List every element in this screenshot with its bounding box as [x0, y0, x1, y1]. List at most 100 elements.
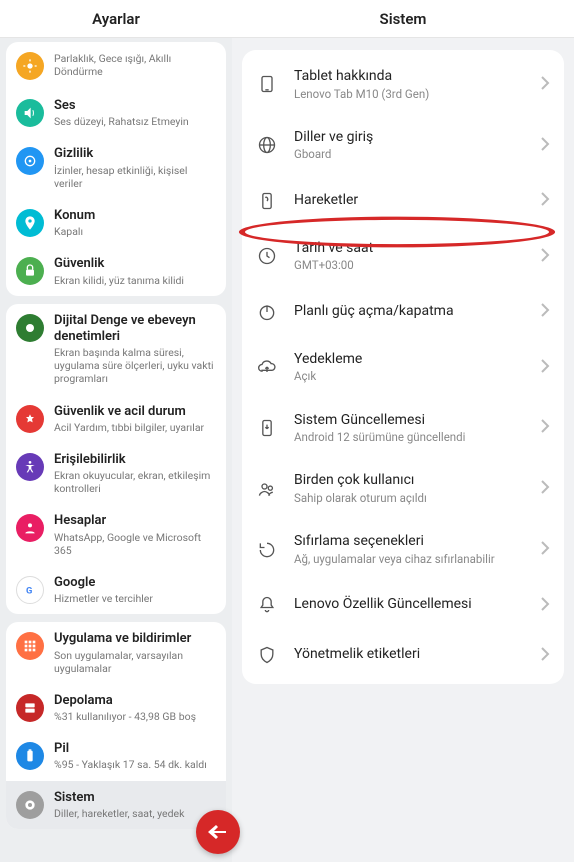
google-icon: G — [16, 576, 44, 604]
system-update-icon — [256, 417, 278, 439]
sidebar-item-sub: Ekran okuyucular, ekran, etkileşim kontr… — [54, 469, 216, 495]
chevron-right-icon — [540, 596, 550, 615]
sidebar-item-sub: Ekran başında kalma süresi, uygulama sür… — [54, 346, 216, 385]
detail-item-languages-input[interactable]: Diller ve giriş Gboard — [242, 115, 564, 176]
sidebar-item-label: Sistem — [54, 790, 216, 806]
storage-icon — [16, 694, 44, 722]
chevron-right-icon — [540, 418, 550, 437]
sidebar-item-sub: Acil Yardım, tıbbi bilgiler, uyarılar — [54, 421, 216, 434]
detail-item-date-time[interactable]: Tarih ve saat GMT+03:00 — [242, 226, 564, 287]
sidebar-item-google[interactable]: G Google Hizmetler ve tercihler — [6, 566, 226, 614]
sidebar-item-sub: WhatsApp, Google ve Microsoft 365 — [54, 531, 216, 557]
brightness-icon — [16, 52, 44, 80]
chevron-right-icon — [540, 75, 550, 94]
bell-icon — [256, 594, 278, 616]
chevron-right-icon — [540, 191, 550, 210]
sidebar-item-security[interactable]: Güvenlik Ekran kilidi, yüz tanıma kilidi — [6, 247, 226, 295]
sidebar-item-label: Hesaplar — [54, 513, 216, 529]
detail-item-label: Sistem Güncellemesi — [294, 412, 524, 430]
sidebar-item-accounts[interactable]: Hesaplar WhatsApp, Google ve Microsoft 3… — [6, 504, 226, 566]
sidebar-item-storage[interactable]: Depolama %31 kullanılıyor - 43,98 GB boş — [6, 684, 226, 732]
detail-item-regulatory-labels[interactable]: Yönetmelik etiketleri — [242, 630, 564, 680]
sidebar-item-sub: %31 kullanılıyor - 43,98 GB boş — [54, 710, 216, 723]
sidebar-item-label: Ses — [54, 98, 216, 114]
detail-item-scheduled-power[interactable]: Planlı güç açma/kapatma — [242, 287, 564, 337]
sidebar-item-label: Gizlilik — [54, 146, 216, 162]
header-system-title: Sistem — [232, 0, 574, 37]
sidebar-item-display[interactable]: Parlaklık, Gece ışığı, Akıllı Döndürme — [6, 42, 226, 89]
sidebar-item-accessibility[interactable]: Erişilebilirlik Ekran okuyucular, ekran,… — [6, 443, 226, 505]
annotation-arrow-badge — [196, 810, 240, 854]
sidebar-item-sub: Hizmetler ve tercihler — [54, 592, 216, 605]
gesture-icon — [256, 190, 278, 212]
chevron-right-icon — [540, 646, 550, 665]
detail-item-label: Tablet hakkında — [294, 68, 524, 86]
chevron-right-icon — [540, 540, 550, 559]
detail-card: Tablet hakkında Lenovo Tab M10 (3rd Gen)… — [242, 50, 564, 684]
sound-icon — [16, 99, 44, 127]
apps-icon — [16, 632, 44, 660]
system-icon — [16, 791, 44, 819]
sidebar-item-battery[interactable]: Pil %95 - Yaklaşık 17 sa. 54 dk. kaldı — [6, 732, 226, 780]
location-icon — [16, 209, 44, 237]
reset-icon — [256, 539, 278, 561]
shield-icon — [256, 644, 278, 666]
detail-item-label: Sıfırlama seçenekleri — [294, 533, 524, 551]
detail-item-gestures[interactable]: Hareketler — [242, 176, 564, 226]
privacy-icon — [16, 147, 44, 175]
sidebar-item-label: Erişilebilirlik — [54, 452, 216, 468]
settings-sidebar[interactable]: Parlaklık, Gece ışığı, Akıllı Döndürme S… — [0, 38, 232, 862]
sidebar-item-apps-notifications[interactable]: Uygulama ve bildirimler Son uygulamalar,… — [6, 622, 226, 684]
sidebar-item-label: Uygulama ve bildirimler — [54, 631, 216, 647]
detail-item-about-tablet[interactable]: Tablet hakkında Lenovo Tab M10 (3rd Gen) — [242, 54, 564, 115]
sidebar-item-label: Dijital Denge ve ebeveyn denetimleri — [54, 313, 216, 346]
sidebar-item-sub: Ses düzeyi, Rahatsız Etmeyin — [54, 115, 216, 128]
detail-item-sub: Android 12 sürümüne güncellendi — [294, 430, 524, 444]
detail-item-label: Tarih ve saat — [294, 240, 524, 258]
system-detail-panel[interactable]: Tablet hakkında Lenovo Tab M10 (3rd Gen)… — [232, 38, 574, 862]
chevron-right-icon — [540, 302, 550, 321]
detail-item-reset-options[interactable]: Sıfırlama seçenekleri Ağ, uygulamalar ve… — [242, 519, 564, 580]
sidebar-item-sound[interactable]: Ses Ses düzeyi, Rahatsız Etmeyin — [6, 89, 226, 137]
sidebar-item-system[interactable]: Sistem Diller, hareketler, saat, yedek — [6, 781, 226, 829]
sidebar-item-sub: İzinler, hesap etkinliği, kişisel verile… — [54, 164, 216, 190]
accounts-icon — [16, 514, 44, 542]
svg-text:G: G — [26, 585, 32, 596]
lock-icon — [16, 257, 44, 285]
emergency-icon — [16, 405, 44, 433]
detail-item-multiple-users[interactable]: Birden çok kullanıcı Sahip olarak oturum… — [242, 458, 564, 519]
chevron-right-icon — [540, 136, 550, 155]
detail-item-label: Yönetmelik etiketleri — [294, 646, 524, 664]
detail-item-backup[interactable]: Yedekleme Açık — [242, 337, 564, 398]
detail-item-sub: Lenovo Tab M10 (3rd Gen) — [294, 87, 524, 101]
sidebar-item-safety-emergency[interactable]: Güvenlik ve acil durum Acil Yardım, tıbb… — [6, 395, 226, 443]
tablet-icon — [256, 73, 278, 95]
main-area: Parlaklık, Gece ışığı, Akıllı Döndürme S… — [0, 38, 574, 862]
wellbeing-icon — [16, 314, 44, 342]
sidebar-item-label: Konum — [54, 208, 216, 224]
sidebar-item-sub: Parlaklık, Gece ışığı, Akıllı Döndürme — [54, 52, 216, 78]
detail-item-sub: GMT+03:00 — [294, 258, 524, 272]
power-icon — [256, 301, 278, 323]
detail-item-system-update[interactable]: Sistem Güncellemesi Android 12 sürümüne … — [242, 398, 564, 459]
detail-item-label: Planlı güç açma/kapatma — [294, 303, 524, 321]
clock-icon — [256, 245, 278, 267]
sidebar-item-privacy[interactable]: Gizlilik İzinler, hesap etkinliği, kişis… — [6, 137, 226, 199]
globe-icon — [256, 134, 278, 156]
sidebar-item-label: Depolama — [54, 693, 216, 709]
detail-item-lenovo-feature-update[interactable]: Lenovo Özellik Güncellemesi — [242, 580, 564, 630]
sidebar-item-sub: Kapalı — [54, 225, 216, 238]
detail-item-sub: Sahip olarak oturum açıldı — [294, 491, 524, 505]
sidebar-item-location[interactable]: Konum Kapalı — [6, 199, 226, 247]
sidebar-item-label: Güvenlik ve acil durum — [54, 404, 216, 420]
chevron-right-icon — [540, 358, 550, 377]
sidebar-item-digital-wellbeing[interactable]: Dijital Denge ve ebeveyn denetimleri Ekr… — [6, 304, 226, 395]
sidebar-group-1: Dijital Denge ve ebeveyn denetimleri Ekr… — [6, 304, 226, 615]
cloud-icon — [256, 356, 278, 378]
sidebar-item-sub: Ekran kilidi, yüz tanıma kilidi — [54, 274, 216, 287]
sidebar-item-sub: Son uygulamalar, varsayılan uygulamalar — [54, 649, 216, 675]
sidebar-item-sub: %95 - Yaklaşık 17 sa. 54 dk. kaldı — [54, 758, 216, 771]
sidebar-item-sub: Diller, hareketler, saat, yedek — [54, 807, 216, 820]
chevron-right-icon — [540, 479, 550, 498]
header-bar: Ayarlar Sistem — [0, 0, 574, 38]
